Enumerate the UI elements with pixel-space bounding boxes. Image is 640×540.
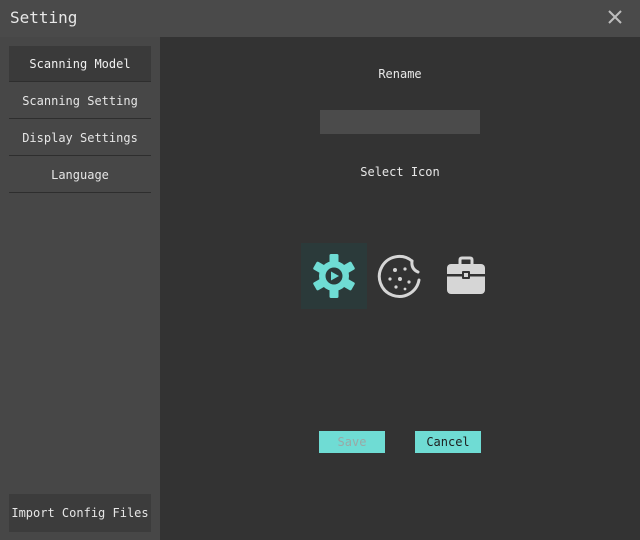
rename-label: Rename	[378, 67, 422, 81]
cookie-icon	[377, 254, 421, 298]
sidebar: Scanning Model Scanning Setting Display …	[0, 37, 160, 540]
sidebar-item-display-settings[interactable]: Display Settings	[9, 120, 151, 156]
close-icon	[608, 10, 622, 24]
title-bar: Setting	[0, 0, 640, 37]
rename-input[interactable]	[320, 110, 480, 134]
cancel-button[interactable]: Cancel	[415, 431, 481, 453]
icon-option-gear-play[interactable]	[301, 243, 367, 309]
sidebar-item-scanning-setting[interactable]: Scanning Setting	[9, 83, 151, 119]
settings-window: Setting Scanning Model Scanning Setting …	[0, 0, 640, 540]
gear-play-icon	[313, 254, 355, 298]
main-panel: Rename Select Icon Save Cancel	[160, 37, 640, 540]
icon-option-toolbox[interactable]	[433, 243, 499, 309]
select-icon-label: Select Icon	[360, 165, 440, 179]
window-title: Setting	[10, 8, 78, 27]
close-button[interactable]	[606, 8, 624, 26]
sidebar-item-language[interactable]: Language	[9, 157, 151, 193]
icon-option-cookie[interactable]	[367, 243, 433, 309]
save-button[interactable]: Save	[319, 431, 385, 453]
toolbox-icon	[447, 256, 485, 294]
import-config-button[interactable]: Import Config Files	[9, 494, 151, 532]
sidebar-item-scanning-model[interactable]: Scanning Model	[9, 46, 151, 82]
